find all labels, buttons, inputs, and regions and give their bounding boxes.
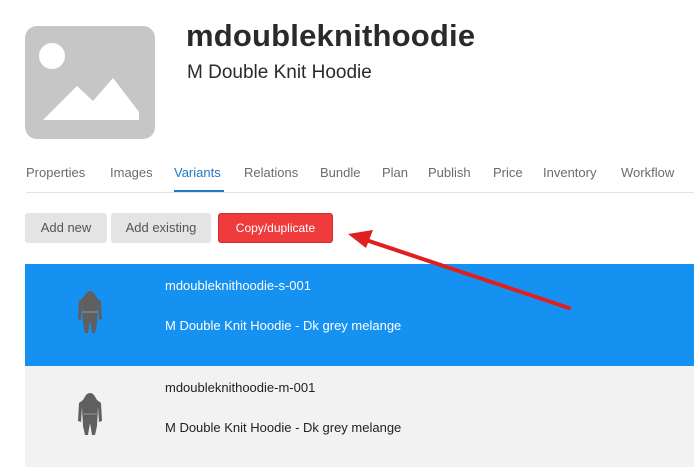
copy-duplicate-button[interactable]: Copy/duplicate <box>218 213 333 243</box>
tab-workflow[interactable]: Workflow <box>621 166 674 180</box>
variant-row[interactable]: mdoubleknithoodie-s-001 M Double Knit Ho… <box>25 264 694 366</box>
image-placeholder-icon <box>39 43 139 120</box>
variant-description: M Double Knit Hoodie - Dk grey melange <box>165 318 402 333</box>
product-code-title: mdoubleknithoodie <box>186 18 476 53</box>
tab-bar: Properties Images Variants Relations Bun… <box>26 166 694 193</box>
tab-price[interactable]: Price <box>493 166 523 180</box>
tab-publish[interactable]: Publish <box>428 166 471 180</box>
variant-code: mdoubleknithoodie-m-001 <box>165 380 316 395</box>
tab-variants[interactable]: Variants <box>174 166 221 180</box>
tab-properties[interactable]: Properties <box>26 166 85 180</box>
tab-relations[interactable]: Relations <box>244 166 298 180</box>
hoodie-thumbnail <box>78 291 102 333</box>
product-image-placeholder <box>25 26 155 139</box>
variant-code: mdoubleknithoodie-s-001 <box>165 278 311 293</box>
tab-plan[interactable]: Plan <box>382 166 408 180</box>
add-existing-button[interactable]: Add existing <box>111 213 211 243</box>
tab-images[interactable]: Images <box>110 166 153 180</box>
add-new-button[interactable]: Add new <box>25 213 107 243</box>
active-tab-indicator <box>174 190 224 192</box>
variant-description: M Double Knit Hoodie - Dk grey melange <box>165 420 402 435</box>
tab-inventory[interactable]: Inventory <box>543 166 596 180</box>
hoodie-thumbnail <box>78 393 102 435</box>
variant-row[interactable]: mdoubleknithoodie-m-001 M Double Knit Ho… <box>25 366 694 467</box>
tab-bundle[interactable]: Bundle <box>320 166 360 180</box>
product-name-subtitle: M Double Knit Hoodie <box>187 62 372 83</box>
